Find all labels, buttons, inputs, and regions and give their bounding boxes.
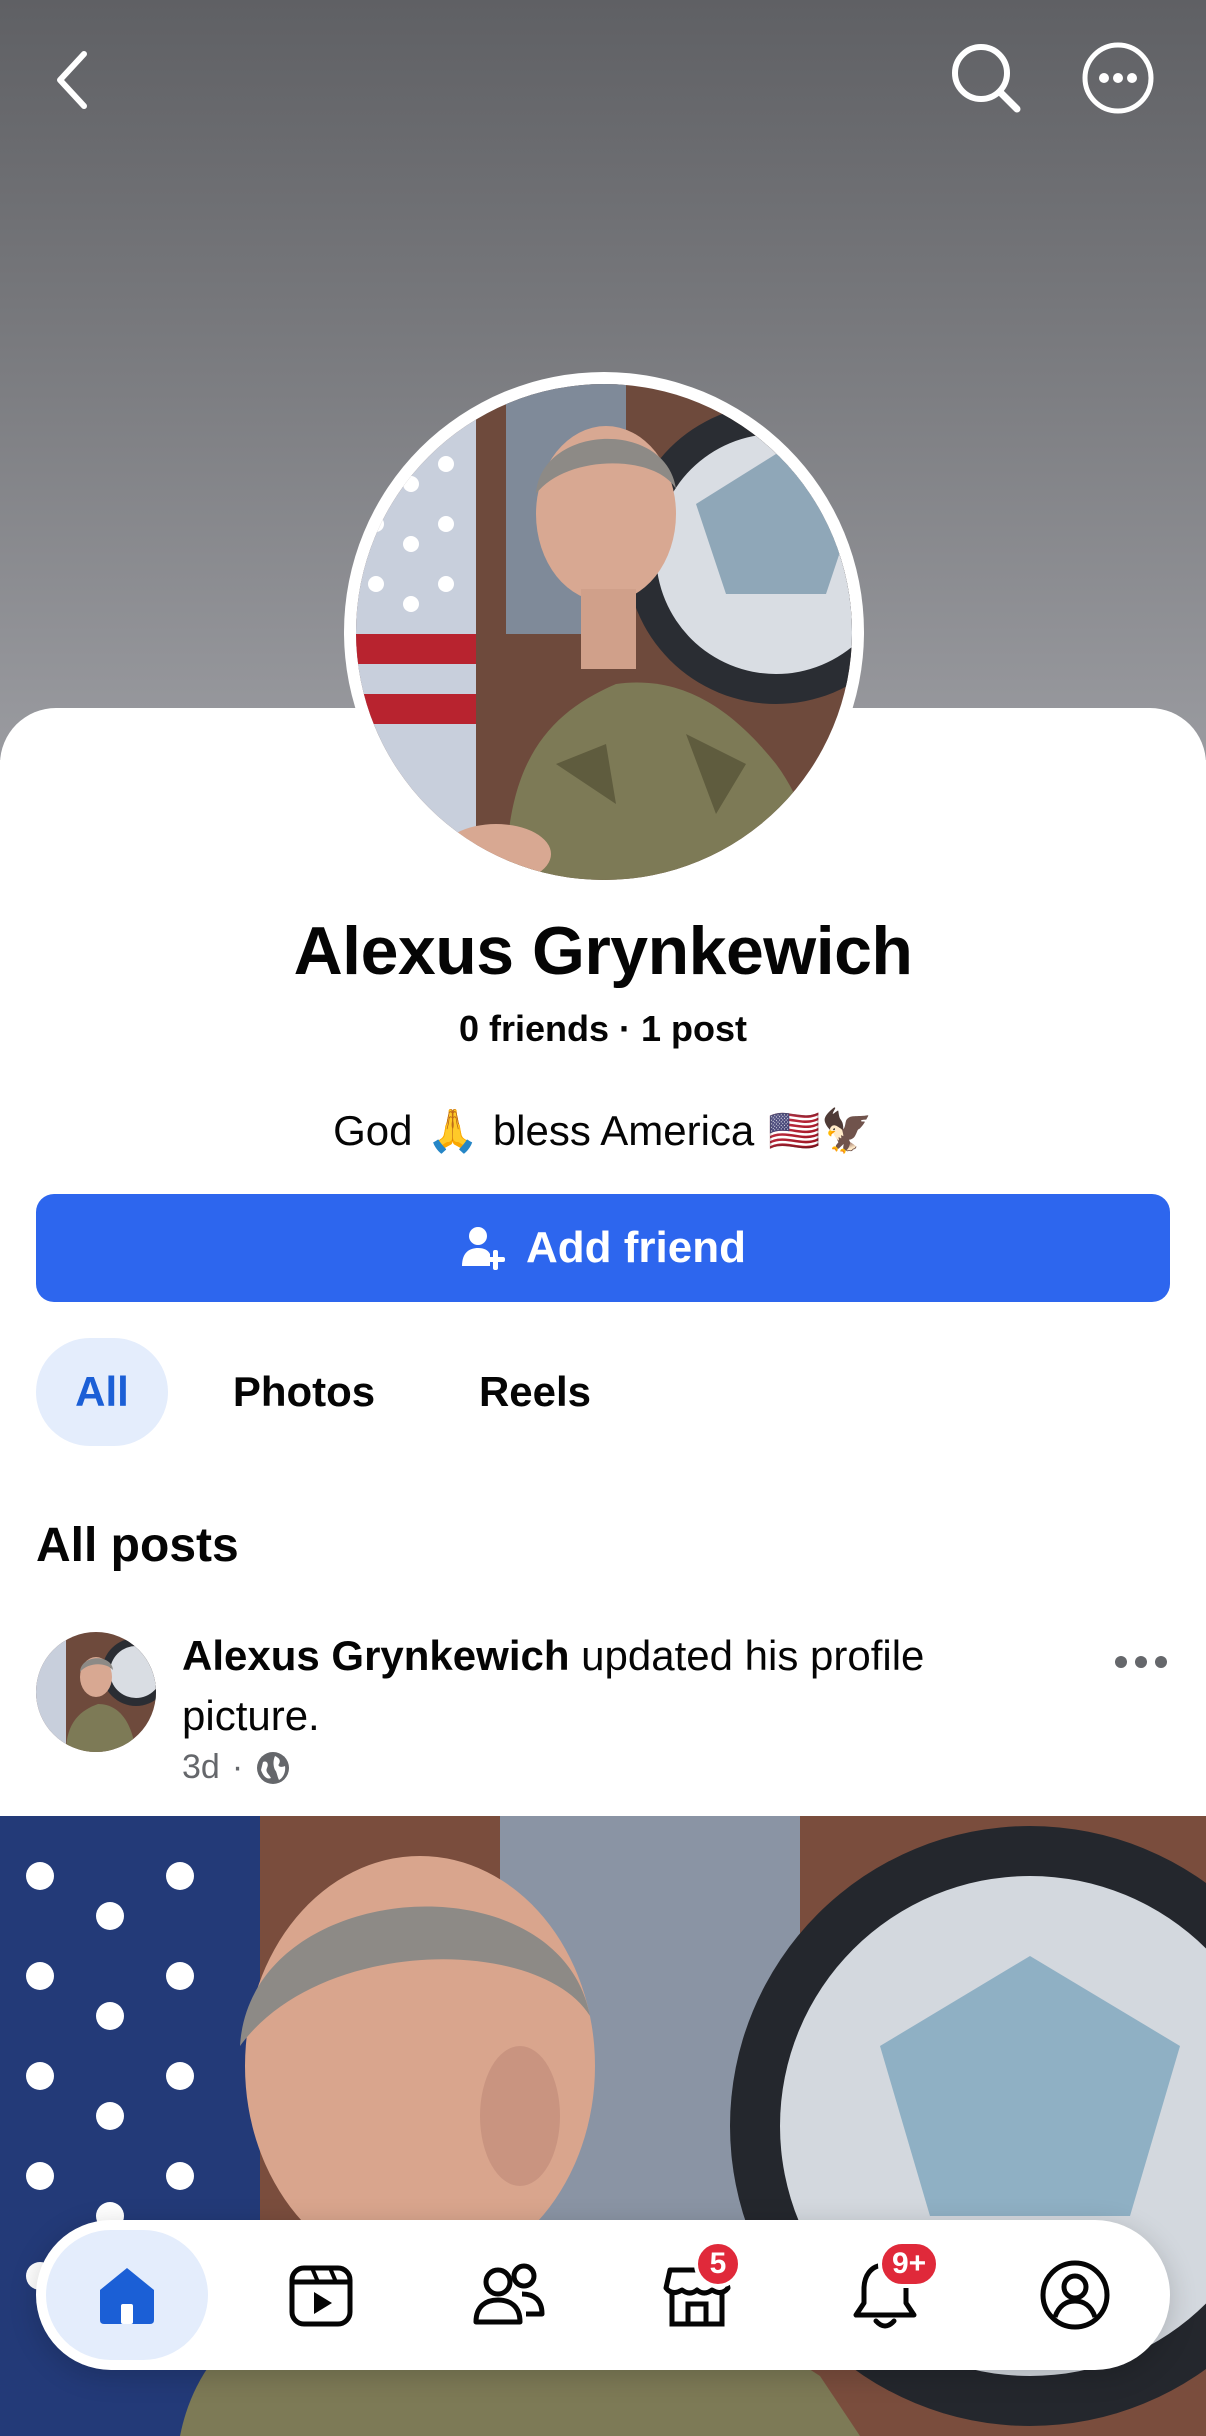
profile-avatar[interactable] [356,384,852,880]
profile-photo-graphic [356,384,852,880]
home-icon [100,2268,154,2324]
post-avatar-graphic [36,1632,156,1752]
back-button[interactable] [36,40,108,120]
post-headline: Alexus Grynkewich updated his profile pi… [182,1626,1022,1746]
post-meta: 3d · [182,1748,291,1787]
search-button[interactable] [946,38,1026,118]
profile-icon [1040,2260,1110,2330]
globe-icon [257,1751,290,1784]
friends-icon [473,2263,545,2325]
nav-friends[interactable] [434,2220,584,2370]
nav-profile[interactable] [1000,2220,1150,2370]
all-posts-heading: All posts [36,1519,239,1572]
nav-video[interactable] [246,2220,396,2370]
tab-photos[interactable]: Photos [204,1338,404,1446]
post-author-avatar[interactable] [36,1632,156,1752]
profile-name: Alexus Grynkewich [293,913,913,989]
post-time[interactable]: 3d [182,1748,220,1787]
bio-text-middle: bless America [492,1107,755,1154]
add-friend-button[interactable]: Add friend [36,1194,1170,1302]
post-author-name[interactable]: Alexus Grynkewich [182,1632,570,1679]
more-horizontal-icon [1115,1656,1167,1668]
tab-all-label: All [75,1368,129,1415]
video-icon [289,2265,353,2327]
post-more-button[interactable] [1106,1642,1176,1682]
bottom-nav: 5 9+ [36,2220,1170,2370]
more-options-button[interactable] [1078,38,1158,118]
praying-hands-emoji: 🙏 [426,1106,479,1154]
bio-text-start: God [333,1107,413,1154]
add-friend-label: Add friend [526,1223,746,1272]
notifications-badge: 9+ [878,2240,941,2288]
nav-notifications[interactable] [810,2220,960,2370]
tab-all[interactable]: All [36,1338,168,1446]
profile-bio: God 🙏 bless America 🇺🇸🦅 [0,1104,1206,1158]
nav-home[interactable] [46,2230,208,2360]
more-circle-icon [1082,42,1154,114]
chevron-left-icon [57,51,87,109]
add-person-icon [462,1227,505,1270]
nav-marketplace[interactable] [622,2220,772,2370]
profile-stats[interactable]: 0 friends · 1 post [0,1008,1206,1050]
flag-eagle-emoji: 🇺🇸🦅 [768,1106,873,1154]
tab-reels-label: Reels [478,1368,592,1415]
search-icon [952,44,1021,113]
marketplace-badge: 5 [694,2240,742,2288]
tab-photos-label: Photos [232,1368,376,1415]
tab-reels[interactable]: Reels [440,1338,630,1446]
meta-separator: · [231,1748,244,1786]
